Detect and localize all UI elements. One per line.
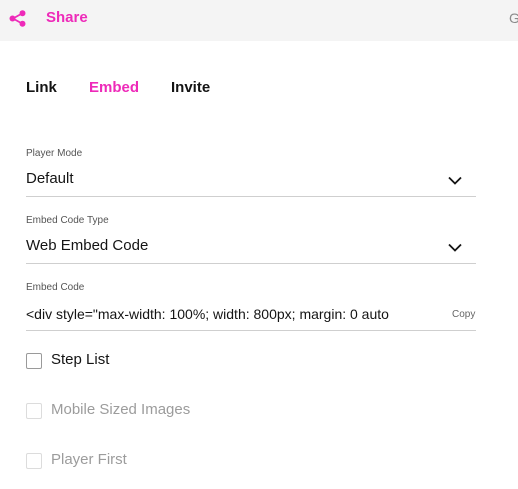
header-right-text[interactable]: G <box>509 10 518 26</box>
player-mode-value: Default <box>26 170 74 187</box>
step-list-label: Step List <box>51 351 110 368</box>
embed-code-type-label: Embed Code Type <box>26 215 109 226</box>
copy-button[interactable]: Copy <box>452 309 475 320</box>
embed-code-underline <box>26 330 476 331</box>
player-first-label: Player First <box>51 451 127 468</box>
mobile-sized-images-checkbox[interactable] <box>26 403 42 419</box>
share-panel: Share G Link Embed Invite Player Mode De… <box>0 0 518 489</box>
embed-code-fade <box>398 306 443 326</box>
step-list-checkbox[interactable] <box>26 353 42 369</box>
tab-link[interactable]: Link <box>26 79 57 96</box>
share-title: Share <box>46 9 88 26</box>
player-mode-underline <box>26 196 476 197</box>
chevron-down-icon[interactable] <box>448 243 462 252</box>
embed-code-type-select[interactable]: Embed Code Type Web Embed Code <box>26 215 476 265</box>
share-header: Share G <box>0 0 518 41</box>
tab-embed[interactable]: Embed <box>89 79 139 96</box>
tab-invite[interactable]: Invite <box>171 79 210 96</box>
embed-code-value[interactable]: <div style="max-width: 100%; width: 800p… <box>26 306 438 322</box>
embed-code-label: Embed Code <box>26 282 85 293</box>
share-icon <box>9 10 26 27</box>
embed-code-type-value: Web Embed Code <box>26 237 149 254</box>
embed-code-field: Embed Code <div style="max-width: 100%; … <box>26 282 476 332</box>
embed-code-type-underline <box>26 263 476 264</box>
mobile-sized-images-label: Mobile Sized Images <box>51 401 191 418</box>
player-first-checkbox[interactable] <box>26 453 42 469</box>
player-mode-select[interactable]: Player Mode Default <box>26 148 476 198</box>
chevron-down-icon[interactable] <box>448 176 462 185</box>
player-mode-label: Player Mode <box>26 148 83 159</box>
